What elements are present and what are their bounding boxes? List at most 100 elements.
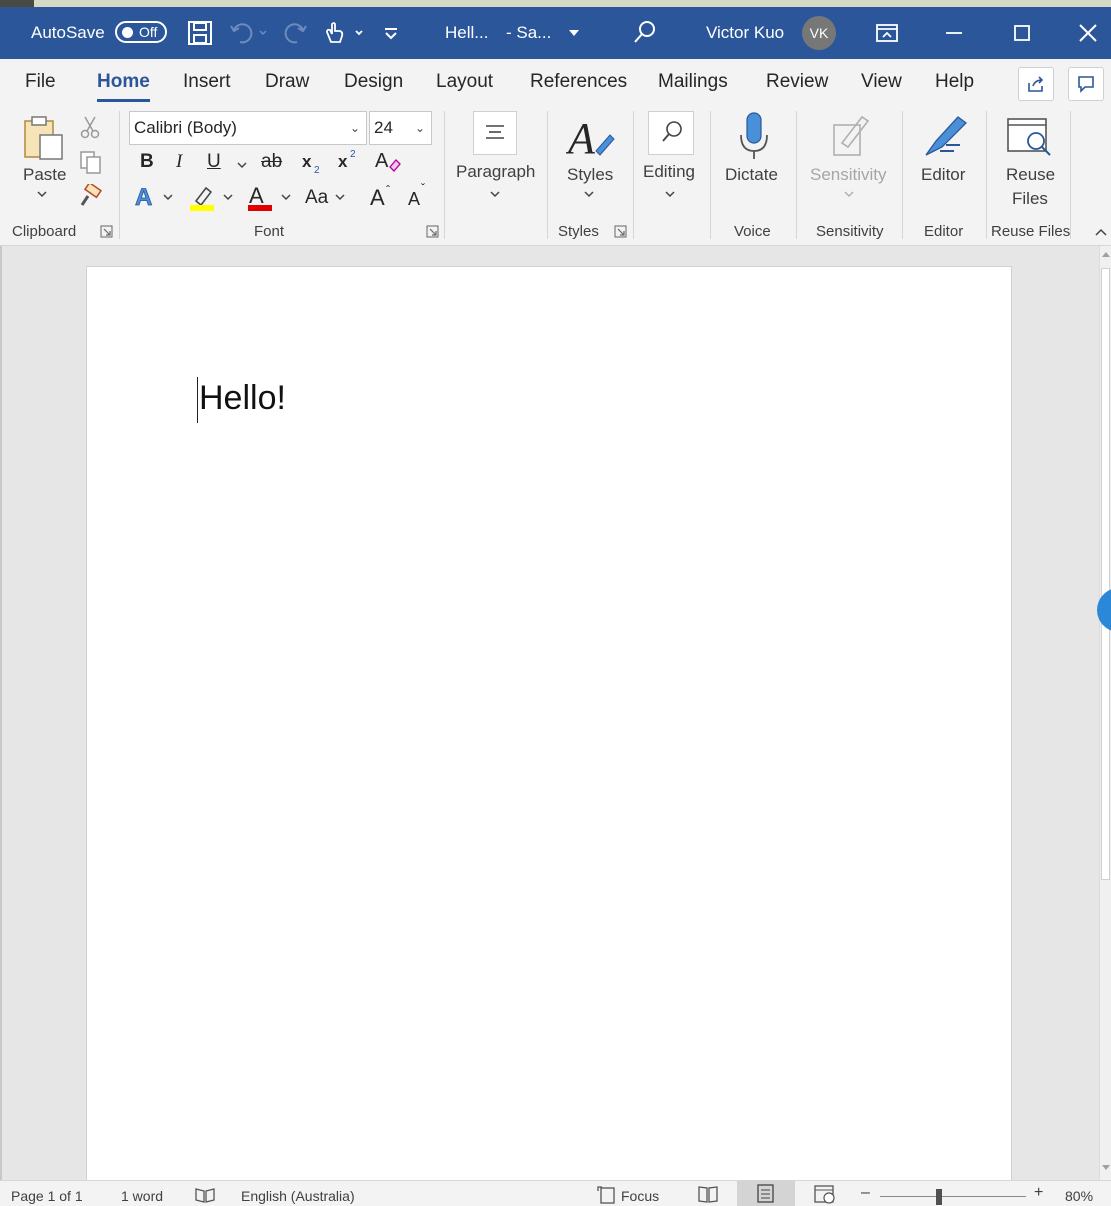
editor-label[interactable]: Editor bbox=[921, 165, 965, 185]
font-size-dropdown[interactable]: 24 ⌄ bbox=[369, 111, 432, 145]
tab-review[interactable]: Review bbox=[766, 71, 828, 93]
zoom-out-icon[interactable]: – bbox=[861, 1184, 870, 1202]
search-icon[interactable] bbox=[633, 7, 657, 59]
save-status[interactable]: - Sa... bbox=[506, 7, 551, 59]
copy-icon[interactable] bbox=[79, 150, 103, 174]
separator bbox=[119, 111, 120, 239]
focus-label[interactable]: Focus bbox=[621, 1188, 659, 1204]
chevron-down-icon[interactable] bbox=[664, 189, 676, 199]
zoom-slider-track[interactable] bbox=[880, 1196, 1026, 1197]
document-title[interactable]: Hell... bbox=[445, 7, 488, 59]
underline-button[interactable]: U bbox=[207, 151, 221, 173]
tab-design[interactable]: Design bbox=[344, 71, 403, 93]
paragraph-icon[interactable] bbox=[473, 111, 517, 155]
web-layout-icon[interactable] bbox=[813, 1184, 837, 1204]
collapse-ribbon-icon[interactable] bbox=[1094, 227, 1108, 237]
strikethrough-button[interactable]: ab bbox=[261, 151, 282, 173]
tab-mailings[interactable]: Mailings bbox=[658, 71, 728, 93]
redo-icon[interactable] bbox=[283, 7, 309, 59]
subscript-icon[interactable]: x2 bbox=[300, 151, 324, 175]
format-painter-icon[interactable] bbox=[78, 184, 102, 208]
minimize-icon[interactable] bbox=[944, 7, 964, 59]
chevron-down-icon[interactable] bbox=[236, 160, 248, 170]
microphone-icon[interactable] bbox=[736, 111, 772, 163]
paste-button[interactable] bbox=[22, 113, 68, 163]
change-case-button[interactable]: Aa bbox=[305, 187, 328, 209]
svg-text:2: 2 bbox=[350, 149, 356, 160]
superscript-icon[interactable]: x2 bbox=[336, 147, 360, 173]
shrink-font-button[interactable]: A bbox=[408, 189, 420, 210]
read-mode-icon[interactable] bbox=[697, 1185, 719, 1203]
styles-launcher-icon[interactable] bbox=[614, 225, 627, 238]
undo-icon[interactable] bbox=[228, 7, 268, 59]
dictate-label[interactable]: Dictate bbox=[725, 165, 778, 185]
chevron-down-icon[interactable] bbox=[489, 189, 501, 199]
chevron-down-icon[interactable] bbox=[334, 192, 346, 202]
focus-icon[interactable] bbox=[597, 1186, 619, 1204]
reuse-files-icon[interactable] bbox=[1006, 115, 1054, 159]
zoom-level[interactable]: 80% bbox=[1065, 1188, 1093, 1204]
cut-icon[interactable] bbox=[79, 115, 101, 139]
avatar[interactable]: VK bbox=[802, 16, 836, 50]
maximize-icon[interactable] bbox=[1012, 7, 1032, 59]
zoom-slider-thumb[interactable] bbox=[936, 1189, 942, 1205]
editing-search-icon[interactable] bbox=[648, 111, 694, 155]
user-name[interactable]: Victor Kuo bbox=[706, 7, 784, 59]
editor-pen-icon[interactable] bbox=[920, 111, 970, 161]
print-layout-button[interactable] bbox=[737, 1181, 795, 1206]
save-icon[interactable] bbox=[187, 7, 213, 59]
tab-draw[interactable]: Draw bbox=[265, 71, 309, 93]
close-icon[interactable] bbox=[1078, 7, 1098, 59]
bold-button[interactable]: B bbox=[140, 151, 154, 173]
document-page[interactable]: Hello! bbox=[86, 266, 1012, 1186]
language[interactable]: English (Australia) bbox=[241, 1188, 355, 1204]
paragraph-label[interactable]: Paragraph bbox=[456, 162, 535, 182]
tab-layout[interactable]: Layout bbox=[436, 71, 493, 93]
touch-mode-icon[interactable] bbox=[322, 7, 368, 59]
tab-home[interactable]: Home bbox=[97, 71, 150, 102]
clear-formatting-icon[interactable]: A bbox=[374, 147, 402, 175]
reuse-files-label-line2[interactable]: Files bbox=[1012, 189, 1048, 209]
highlight-icon[interactable] bbox=[188, 183, 236, 213]
font-launcher-icon[interactable] bbox=[426, 225, 439, 238]
zoom-in-icon[interactable]: + bbox=[1034, 1184, 1043, 1202]
clipboard-group-label: Clipboard bbox=[12, 223, 77, 240]
italic-button[interactable]: I bbox=[176, 151, 182, 173]
tab-file[interactable]: File bbox=[25, 71, 56, 93]
clipboard-launcher-icon[interactable] bbox=[100, 225, 113, 238]
font-group-label: Font bbox=[254, 223, 285, 240]
tab-help[interactable]: Help bbox=[935, 71, 974, 93]
word-count[interactable]: 1 word bbox=[121, 1188, 163, 1204]
tab-references[interactable]: References bbox=[530, 71, 627, 93]
font-color-icon[interactable]: A bbox=[246, 183, 294, 213]
grow-font-button[interactable]: A bbox=[370, 185, 385, 211]
document-text[interactable]: Hello! bbox=[199, 379, 286, 418]
separator bbox=[547, 111, 548, 239]
separator bbox=[902, 111, 903, 239]
styles-icon[interactable]: A bbox=[566, 113, 616, 163]
styles-label[interactable]: Styles bbox=[567, 165, 613, 185]
chevron-down-icon[interactable] bbox=[583, 189, 595, 199]
editing-label[interactable]: Editing bbox=[643, 162, 695, 182]
scroll-down-icon[interactable] bbox=[1101, 1162, 1111, 1172]
svg-text:x: x bbox=[338, 152, 348, 171]
caret-up-icon: ˆ bbox=[386, 183, 390, 197]
text-effects-icon[interactable]: A bbox=[134, 183, 174, 211]
tab-insert[interactable]: Insert bbox=[183, 71, 231, 93]
scrollbar-thumb[interactable] bbox=[1101, 268, 1110, 880]
page-count[interactable]: Page 1 of 1 bbox=[11, 1188, 83, 1204]
proofing-icon[interactable] bbox=[194, 1186, 216, 1204]
share-button[interactable] bbox=[1018, 67, 1054, 101]
autosave-toggle[interactable]: Off bbox=[115, 21, 167, 43]
chevron-down-icon bbox=[843, 189, 855, 199]
chevron-down-icon[interactable] bbox=[36, 189, 48, 199]
svg-text:2: 2 bbox=[314, 165, 320, 175]
scroll-up-icon[interactable] bbox=[1101, 250, 1111, 260]
font-name-dropdown[interactable]: Calibri (Body) ⌄ bbox=[129, 111, 367, 145]
comments-button[interactable] bbox=[1068, 67, 1104, 101]
reuse-files-label-line1[interactable]: Reuse bbox=[1006, 165, 1055, 185]
customize-qat-icon[interactable] bbox=[382, 7, 400, 59]
ribbon-display-options-icon[interactable] bbox=[875, 7, 899, 59]
chevron-down-icon[interactable] bbox=[568, 7, 580, 59]
tab-view[interactable]: View bbox=[861, 71, 902, 93]
